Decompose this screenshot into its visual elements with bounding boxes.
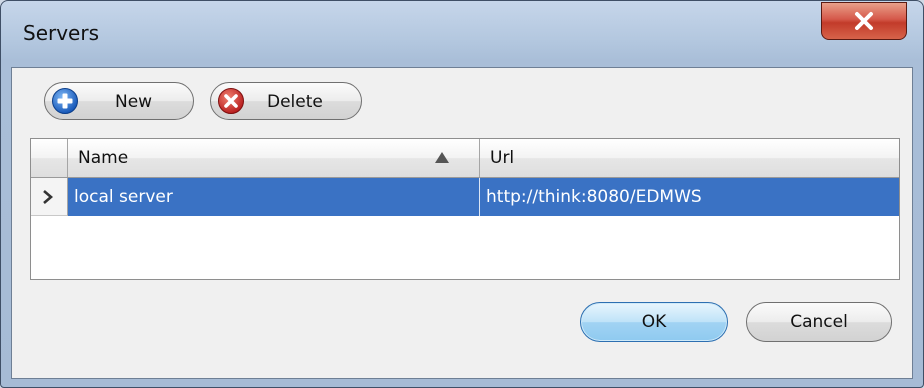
delete-button[interactable]: Delete [210, 82, 362, 120]
new-button-label: New [115, 92, 153, 112]
toolbar: New Delete [12, 68, 912, 136]
dialog-content: New Delete Name Url local server http://… [11, 67, 913, 379]
column-header-url-label: Url [490, 148, 515, 168]
new-button[interactable]: New [44, 82, 194, 120]
plus-circle-icon [52, 88, 78, 114]
cell-name[interactable]: local server [68, 178, 480, 216]
grid-header: Name Url [31, 139, 899, 178]
column-header-name[interactable]: Name [68, 139, 480, 177]
cancel-button[interactable]: Cancel [746, 302, 892, 342]
servers-grid[interactable]: Name Url local server http://think:8080/… [30, 138, 900, 280]
row-indicator[interactable] [31, 178, 68, 216]
cell-name-text: local server [74, 187, 173, 207]
column-header-url[interactable]: Url [480, 139, 899, 177]
cell-url[interactable]: http://think:8080/EDMWS [480, 178, 899, 216]
x-circle-icon [218, 88, 244, 114]
close-button[interactable] [821, 2, 907, 40]
delete-button-label: Delete [267, 92, 323, 112]
title-bar[interactable]: Servers [1, 1, 923, 65]
cell-url-text: http://think:8080/EDMWS [486, 187, 702, 207]
ok-button[interactable]: OK [580, 302, 728, 342]
row-pointer-icon [43, 190, 53, 204]
servers-dialog: Servers New Delete Name Url local server… [0, 0, 924, 388]
table-row[interactable]: local server http://think:8080/EDMWS [31, 178, 899, 216]
column-header-name-label: Name [78, 148, 129, 168]
window-title: Servers [23, 21, 100, 45]
close-icon [855, 12, 873, 30]
row-header-corner [31, 139, 68, 177]
sort-ascending-icon [435, 152, 449, 163]
